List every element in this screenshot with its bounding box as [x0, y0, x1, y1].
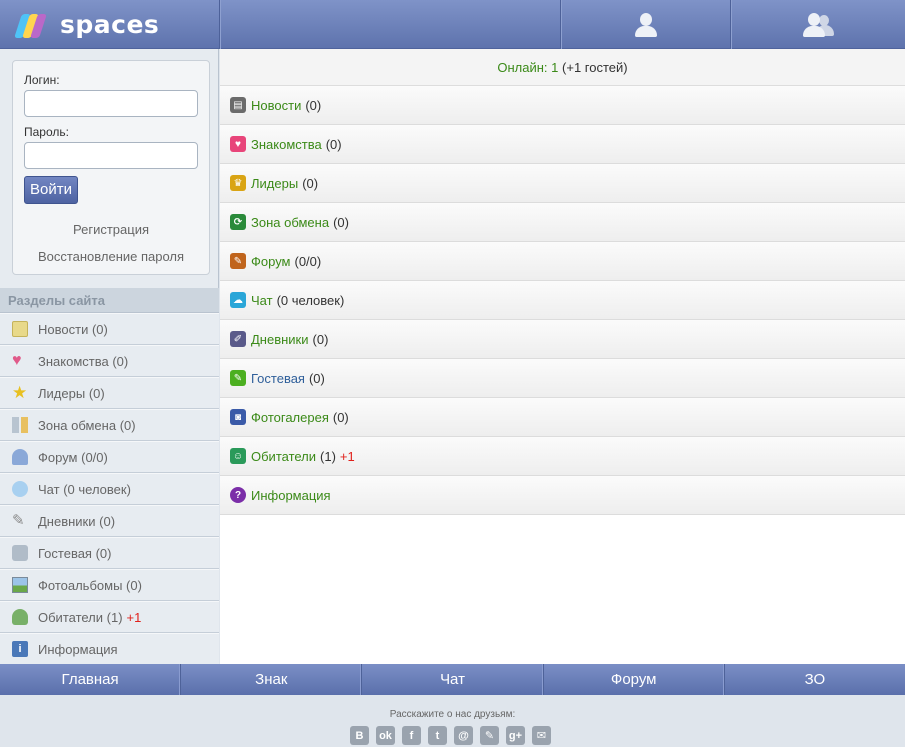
news-icon [12, 321, 28, 337]
friends-button[interactable] [731, 0, 905, 49]
main-item-info[interactable]: ? Информация [220, 476, 905, 515]
sidebar-item-guestbook[interactable]: Гостевая (0) [0, 537, 219, 569]
users-icon: ☺ [230, 448, 246, 464]
main-item-news[interactable]: ▤ Новости (0) [220, 86, 905, 125]
camera-icon: ◙ [230, 409, 246, 425]
online-status: Онлайн: 1 (+1 гостей) [220, 49, 905, 86]
sidebar-item-chat[interactable]: Чат (0 человек) [0, 473, 219, 505]
facebook-icon[interactable]: f [402, 726, 421, 745]
sidebar-item-forum[interactable]: Форум (0/0) [0, 441, 219, 473]
login-input[interactable] [24, 90, 198, 117]
heart-icon: ♥ [230, 136, 246, 152]
sidebar-item-leaders[interactable]: ★ Лидеры (0) [0, 377, 219, 409]
diary-icon: ✐ [230, 331, 246, 347]
password-label: Пароль: [24, 125, 69, 139]
main-item-leaders[interactable]: ♛ Лидеры (0) [220, 164, 905, 203]
twitter-icon[interactable]: t [428, 726, 447, 745]
news-icon: ▤ [230, 97, 246, 113]
main-content: Онлайн: 1 (+1 гостей) ▤ Новости (0) ♥ Зна… [220, 49, 905, 664]
trophy-icon: ♛ [230, 175, 246, 191]
login-label: Логин: [24, 73, 60, 87]
new-badge: +1 [339, 448, 355, 464]
nav-forum[interactable]: Форум [544, 664, 725, 695]
googleplus-icon[interactable]: g+ [506, 726, 525, 745]
exchange-icon: ⟳ [230, 214, 246, 230]
user-icon [12, 609, 28, 625]
login-button[interactable]: Войти [24, 176, 78, 204]
share-text: Расскажите о нас друзьям: [389, 709, 516, 720]
main-item-forum[interactable]: ✎ Форум (0/0) [220, 242, 905, 281]
main-item-guestbook[interactable]: ✎ Гостевая (0) [220, 359, 905, 398]
livejournal-icon[interactable]: ✎ [480, 726, 499, 745]
chat-icon: ☁ [230, 292, 246, 308]
sections-title: Разделы сайта [0, 288, 219, 313]
recover-password-link[interactable]: Восстановление пароля [24, 249, 198, 264]
profile-button[interactable] [561, 0, 730, 49]
photo-icon [12, 577, 28, 593]
logo-mark-icon [14, 12, 47, 38]
sidebar-item-photoalbums[interactable]: Фотоальбомы (0) [0, 569, 219, 601]
online-count[interactable]: 1 [551, 60, 558, 75]
guestbook-icon: ✎ [230, 370, 246, 386]
header: spaces [0, 0, 905, 49]
new-badge: +1 [126, 609, 142, 625]
chat-icon [12, 481, 28, 497]
main-item-chat[interactable]: ☁ Чат (0 человек) [220, 281, 905, 320]
main-item-dating[interactable]: ♥ Знакомства (0) [220, 125, 905, 164]
register-link[interactable]: Регистрация [24, 222, 198, 237]
mailru-icon[interactable]: @ [454, 726, 473, 745]
bottom-nav: Главная Знак Чат Форум ЗО [0, 664, 905, 695]
sidebar-item-diaries[interactable]: ✎ Дневники (0) [0, 505, 219, 537]
sidebar-item-exchange[interactable]: Зона обмена (0) [0, 409, 219, 441]
pen-icon: ✎ [12, 512, 25, 529]
forum-icon [12, 449, 28, 465]
nav-chat[interactable]: Чат [362, 664, 544, 695]
info-icon: i [12, 641, 28, 657]
grid-icon [12, 417, 28, 433]
footer: Расскажите о нас друзьям: В ok f t @ ✎ g… [0, 695, 905, 747]
logo[interactable]: spaces [0, 0, 220, 49]
main-item-photogallery[interactable]: ◙ Фотогалерея (0) [220, 398, 905, 437]
sidebar-item-residents[interactable]: Обитатели (1) +1 [0, 601, 219, 633]
sidebar-item-dating[interactable]: ♥ Знакомства (0) [0, 345, 219, 377]
logo-text: spaces [60, 10, 160, 39]
sidebar: Логин: Пароль: Войти Регистрация Восстан… [0, 49, 219, 665]
login-form: Логин: Пароль: Войти Регистрация Восстан… [12, 60, 210, 275]
social-links: В ok f t @ ✎ g+ ✉ [350, 726, 558, 745]
heart-icon: ♥ [12, 352, 22, 369]
sidebar-item-news[interactable]: Новости (0) [0, 313, 219, 345]
star-icon: ★ [12, 383, 28, 402]
main-item-diaries[interactable]: ✐ Дневники (0) [220, 320, 905, 359]
nav-home[interactable]: Главная [0, 664, 182, 695]
vk-icon[interactable]: В [350, 726, 369, 745]
nav-exchange[interactable]: ЗО [725, 664, 905, 695]
email-icon[interactable]: ✉ [532, 726, 551, 745]
sidebar-list: Новости (0) ♥ Знакомства (0) ★ Лидеры (0… [0, 313, 219, 665]
nav-dating[interactable]: Знак [181, 664, 363, 695]
guestbook-icon [12, 545, 28, 561]
question-icon: ? [230, 487, 246, 503]
odnoklassniki-icon[interactable]: ok [376, 726, 395, 745]
user-icon [633, 12, 659, 38]
forum-icon: ✎ [230, 253, 246, 269]
password-input[interactable] [24, 142, 198, 169]
users-icon [803, 12, 834, 38]
sidebar-item-info[interactable]: i Информация [0, 633, 219, 665]
main-item-exchange[interactable]: ⟳ Зона обмена (0) [220, 203, 905, 242]
main-item-residents[interactable]: ☺ Обитатели (1) +1 [220, 437, 905, 476]
